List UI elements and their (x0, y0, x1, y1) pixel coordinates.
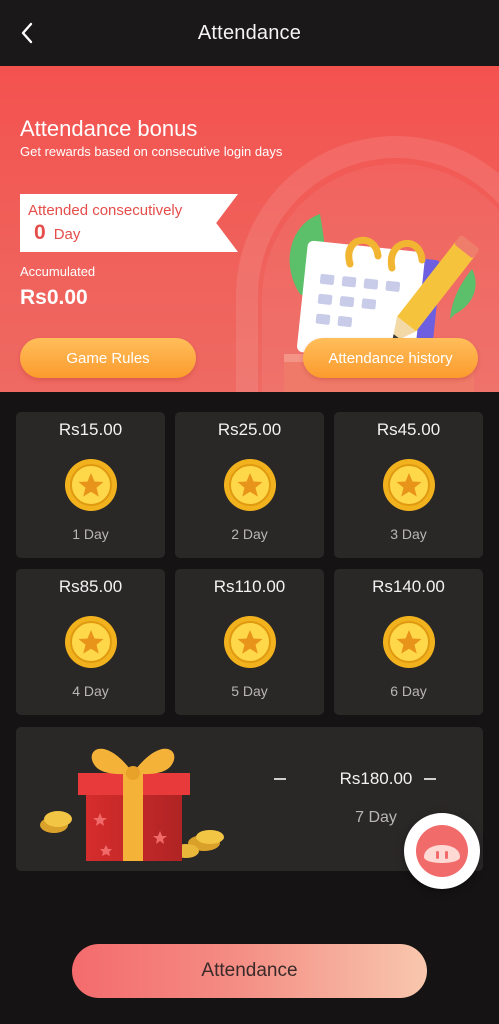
chevron-left-icon (21, 22, 33, 44)
reward-day: 3 Day (390, 526, 427, 542)
page-title: Attendance (197, 21, 302, 44)
reward-amount: Rs25.00 (217, 420, 282, 439)
reward-day: 1 Day (72, 526, 109, 542)
banner-subtitle: Get rewards based on consecutive login d… (20, 144, 283, 159)
accumulated-label: Accumulated (20, 264, 96, 279)
streak-label: Attended consecutively (28, 202, 183, 219)
game-rules-button[interactable]: Game Rules (20, 338, 196, 378)
back-button[interactable] (14, 20, 40, 46)
star-coin-icon (224, 459, 276, 511)
reward-amount: Rs110.00 (213, 577, 286, 596)
dash-decoration-left (274, 778, 286, 780)
reward-day: 5 Day (231, 683, 268, 699)
star-coin-icon (65, 459, 117, 511)
reward-card-day-1: Rs15.00 1 Day (16, 412, 165, 558)
reward-card-day-6: Rs140.00 6 Day (334, 569, 483, 715)
support-chat-icon (416, 825, 468, 877)
attendance-button[interactable]: Attendance (72, 944, 427, 998)
accumulated-value: Rs0.00 (20, 286, 88, 309)
reward-card-day-4: Rs85.00 4 Day (16, 569, 165, 715)
star-coin-icon (383, 616, 435, 668)
reward-amount: Rs85.00 (58, 577, 123, 596)
streak-unit: Day (53, 226, 81, 243)
reward-amount: Rs140.00 (372, 577, 445, 596)
banner-title: Attendance bonus (20, 116, 198, 141)
star-coin-icon (65, 616, 117, 668)
reward-amount: Rs45.00 (376, 420, 441, 439)
streak-box: Attended consecutively 0 Day (20, 194, 238, 252)
reward-day: 6 Day (390, 683, 427, 699)
support-chat-button[interactable] (404, 813, 480, 889)
top-bar: Attendance (0, 0, 499, 66)
reward-day: 4 Day (72, 683, 109, 699)
reward-card-day-3: Rs45.00 3 Day (334, 412, 483, 558)
reward-card-day-5: Rs110.00 5 Day (175, 569, 324, 715)
attendance-history-button[interactable]: Attendance history (303, 338, 478, 378)
attendance-bonus-banner: Attendance bonus Get rewards based on co… (0, 66, 499, 392)
star-coin-icon (383, 459, 435, 511)
reward-day: 2 Day (231, 526, 268, 542)
dash-decoration-right (424, 778, 436, 780)
star-coin-icon (224, 616, 276, 668)
reward-amount: Rs15.00 (58, 420, 123, 439)
streak-count: 0 (34, 221, 46, 244)
reward-card-day-2: Rs25.00 2 Day (175, 412, 324, 558)
gift-box-icon (40, 748, 224, 861)
